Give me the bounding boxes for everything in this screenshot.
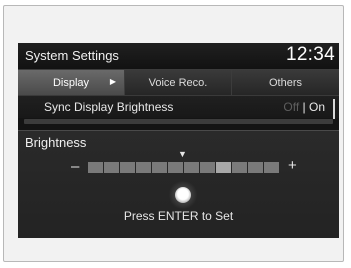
- brightness-segment: [216, 162, 231, 173]
- option-on[interactable]: On: [309, 100, 325, 114]
- brightness-title: Brightness: [25, 135, 87, 150]
- brightness-segment: [168, 162, 183, 173]
- option-separator: |: [302, 100, 306, 114]
- decrease-button[interactable]: –: [71, 158, 79, 175]
- brightness-segment: [248, 162, 263, 173]
- display-screen: System Settings 12:34 Display ▶ Voice Re…: [18, 43, 339, 238]
- brightness-slider[interactable]: [88, 162, 279, 173]
- manual-illustration-frame: System Settings 12:34 Display ▶ Voice Re…: [3, 5, 344, 262]
- brightness-segment: [200, 162, 215, 173]
- setting-label: Sync Display Brightness: [44, 100, 174, 114]
- divider: [24, 119, 333, 124]
- tab-display-label: Display: [52, 76, 90, 89]
- brightness-segment: [120, 162, 135, 173]
- option-off[interactable]: Off: [283, 100, 299, 114]
- brightness-panel: Brightness – ▼ + Press ENTER to Set: [18, 130, 339, 238]
- screen-title: System Settings: [25, 48, 119, 63]
- brightness-segment: [104, 162, 119, 173]
- level-indicator-icon: ▼: [178, 149, 187, 159]
- brightness-segment: [152, 162, 167, 173]
- brightness-segment: [232, 162, 247, 173]
- brightness-segment: [184, 162, 199, 173]
- enter-knob-icon[interactable]: [175, 187, 191, 203]
- tab-arrow-icon: ▶: [109, 77, 116, 86]
- tab-voice-reco-label: Voice Reco.: [148, 76, 208, 89]
- tab-display[interactable]: Display ▶: [18, 70, 125, 95]
- clock: 12:34: [285, 44, 335, 65]
- brightness-segment: [264, 162, 279, 173]
- title-bar: System Settings 12:34: [18, 43, 339, 69]
- press-enter-hint: Press ENTER to Set: [123, 209, 234, 223]
- sync-display-brightness-row[interactable]: Sync Display Brightness Off | On: [18, 96, 339, 118]
- tab-others-label: Others: [268, 76, 302, 89]
- increase-button[interactable]: +: [288, 157, 297, 174]
- brightness-segment: [88, 162, 103, 173]
- brightness-segment: [136, 162, 151, 173]
- tab-bar: Display ▶ Voice Reco. Others: [18, 69, 339, 96]
- scrollbar[interactable]: [333, 99, 335, 119]
- tab-voice-reco[interactable]: Voice Reco.: [125, 70, 232, 95]
- tab-others[interactable]: Others: [232, 70, 339, 95]
- on-off-toggle[interactable]: Off | On: [283, 100, 325, 114]
